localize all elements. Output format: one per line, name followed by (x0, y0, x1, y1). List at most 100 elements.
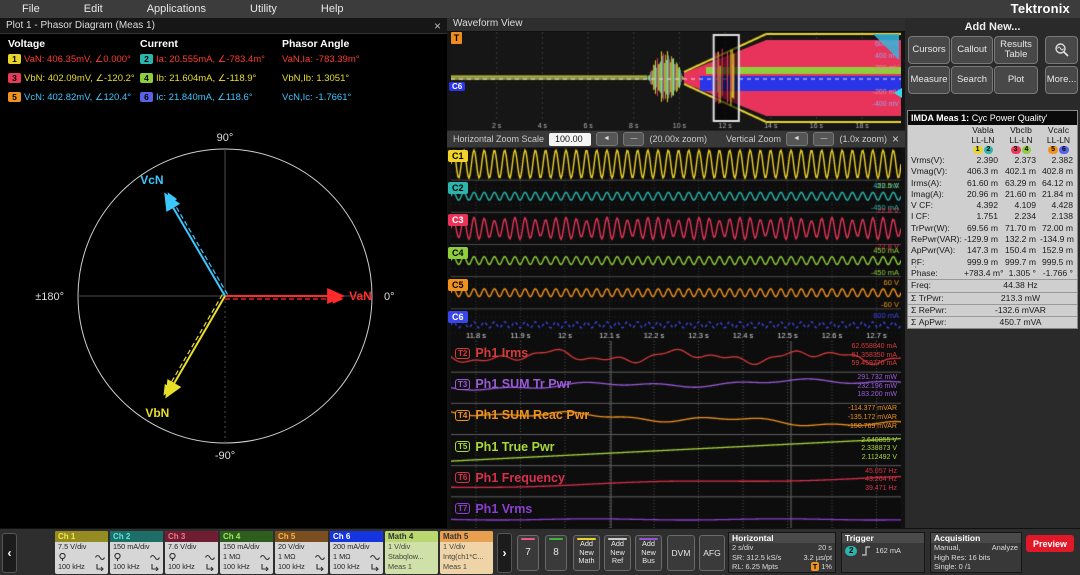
measurement-label-t2[interactable]: T2Ph1 Irms (455, 346, 528, 360)
channel-badge-body: 7.5 V/div100 kHz (55, 542, 108, 572)
drag-handle-icon[interactable]: ⋮⋮⋮⋮ (903, 261, 919, 269)
vertical-zoom-label: Vertical Zoom (726, 134, 781, 144)
measurement-badge-t4[interactable]: T4 (455, 410, 470, 421)
add-new-bus-button[interactable]: Add New Bus (635, 535, 662, 571)
channel-7-button[interactable]: 7 (517, 535, 539, 571)
measurement-label-t4[interactable]: T4Ph1 SUM Reac Pwr (455, 408, 589, 422)
math-settings-math5[interactable]: Math 51 V/divIntg(ch1*C...Meas 1 (440, 531, 493, 574)
channel-settings-ch1[interactable]: Ch 17.5 V/div100 kHz (55, 531, 108, 574)
menu-item-utility[interactable]: Utility (228, 3, 299, 15)
results-cell: 21.60 m (1002, 189, 1040, 200)
add-new-ref-button[interactable]: Add New Ref (604, 535, 631, 571)
measurement-badge-t2[interactable]: T2 (455, 348, 470, 359)
results-row-label: Vrms(V): (908, 155, 964, 166)
horizontal-settings[interactable]: Horizontal2 s/div20 sSR: 312.5 kS/s3.2 µ… (728, 532, 836, 573)
plot-button[interactable]: Plot (994, 66, 1038, 94)
channel-settings-ch6[interactable]: Ch 6200 mA/div1 MΩ100 kHz (330, 531, 383, 574)
measurement-label-t3[interactable]: T3Ph1 SUM Tr Pwr (455, 377, 571, 391)
channel-handle-c6[interactable]: C6 (448, 311, 468, 323)
menu-item-file[interactable]: File (0, 3, 62, 15)
zoom-overview-icon[interactable] (873, 34, 899, 60)
scroll-left-button[interactable]: ‹ (2, 533, 17, 573)
horizontal-zoom-scale-input[interactable]: 100.00 ms/div (549, 133, 591, 146)
more-button[interactable]: More... (1045, 66, 1078, 94)
scroll-right-button[interactable]: › (497, 533, 512, 573)
channels-waveform-canvas[interactable] (451, 148, 901, 341)
menu-item-applications[interactable]: Applications (125, 3, 228, 15)
channel-handle-c2[interactable]: C2 (448, 182, 468, 194)
channel-settings-ch5[interactable]: Ch 520 V/div1 MΩ100 kHz (275, 531, 328, 574)
callout-button[interactable]: Callout (951, 36, 993, 64)
channel-badge-4: 4 (1022, 146, 1032, 154)
afg-button[interactable]: AFG (699, 535, 725, 571)
measurement-badge-t5[interactable]: T5 (455, 441, 470, 452)
results-cell: 999.7 m (1002, 257, 1040, 268)
channel-settings-ch4[interactable]: Ch 4150 mA/div1 MΩ100 kHz (220, 531, 273, 574)
overview-waveform-canvas[interactable] (451, 32, 901, 130)
measurement-label-t6[interactable]: T6Ph1 Frequency (455, 471, 565, 485)
menu-item-help[interactable]: Help (299, 3, 366, 15)
imda-results-table[interactable]: IMDA Meas 1: Cyc Power Quality' VabIaLL-… (907, 110, 1078, 329)
close-icon[interactable]: × (434, 21, 441, 31)
phasor-title-bar[interactable]: Plot 1 - Phasor Diagram (Meas 1) × (0, 18, 447, 34)
results-cell: 2.234 (1002, 211, 1040, 222)
summary-value: -132.6 mVAR (964, 305, 1077, 316)
zoom-scale-bar: Horizontal Zoom Scale 100.00 ms/div ◄ ► … (447, 130, 905, 148)
preview-button[interactable]: Preview (1026, 535, 1074, 552)
channel-scale: 7.5 V/div (58, 542, 105, 552)
measurement-value: 59.459770 mA (817, 360, 897, 369)
channel-handle-c4[interactable]: C4 (448, 247, 468, 259)
zoomed-waveforms[interactable]: C1 C2 C3 C4 C5 C6 (447, 148, 905, 341)
v-zoom-minus-button[interactable]: — (813, 132, 834, 146)
acquisition-overview[interactable]: T C6 (447, 32, 905, 130)
waveform-zoom-icon-button[interactable] (1045, 36, 1078, 64)
v-zoom-arrows-button[interactable]: ◄ ► (786, 132, 808, 146)
measure-button[interactable]: Measure (908, 66, 950, 94)
channel-settings-ch2[interactable]: Ch 2150 mA/div100 kHz (110, 531, 163, 574)
channel-badge-header: Ch 5 (275, 531, 328, 542)
channel-handle-c3[interactable]: C3 (448, 214, 468, 226)
h-zoom-arrows-button[interactable]: ◄ ► (596, 132, 618, 146)
channel-settings-ch3[interactable]: Ch 37.6 V/div100 kHz (165, 531, 218, 574)
measurement-trend-canvas[interactable] (451, 341, 901, 528)
acquisition-settings[interactable]: AcquisitionManual,AnalyzeHigh Res: 16 bi… (930, 532, 1022, 573)
trigger-source-row: 2162 mA (842, 546, 924, 556)
trigger-level-arrow-icon[interactable] (894, 88, 902, 98)
phasor-col-current: Current (140, 38, 178, 50)
measurement-trend-plots[interactable]: T2Ph1 Irms62.658840 mA61.358350 mA59.459… (447, 341, 905, 528)
trigger-position-icon[interactable]: T (451, 32, 462, 44)
results-row-label: RePwr(VAR): (908, 234, 964, 245)
channel-handle-c1[interactable]: C1 (448, 150, 468, 162)
measurement-value: 61.358350 mA (817, 352, 897, 361)
results-cell: 402.1 m (1002, 166, 1040, 177)
zoom-close-icon[interactable]: × (892, 132, 899, 146)
channel-8-button[interactable]: 8 (545, 535, 567, 571)
channel-bandwidth: 100 kHz (223, 562, 270, 572)
measurement-label-t5[interactable]: T5Ph1 True Pwr (455, 440, 555, 454)
channel-badge-2: 2 (984, 146, 994, 154)
channel-handle-c5[interactable]: C5 (448, 279, 468, 291)
trigger-settings[interactable]: Trigger2162 mA (841, 532, 925, 573)
measurement-value: 291.732 mW (817, 374, 897, 383)
add-new-math-button[interactable]: Add New Math (573, 535, 600, 571)
measurement-badge-t6[interactable]: T6 (455, 472, 470, 483)
results-table-row: Imag(A):20.96 m21.60 m21.84 m (908, 189, 1077, 200)
phasor-angle-readout: VaN,Ia: -783.39m° (282, 54, 360, 65)
overview-channel-badge[interactable]: C6 (449, 82, 465, 91)
measurement-badge-t7[interactable]: T7 (455, 503, 470, 514)
phasor-column-headers: VoltageCurrentPhasor Angle (0, 38, 447, 52)
channel-badge-1: 1 (973, 146, 983, 154)
acquisition-res-row: High Res: 16 bits (931, 553, 1021, 563)
measurement-badge-t3[interactable]: T3 (455, 379, 470, 390)
math-settings-math4[interactable]: Math 41 V/divStabqlow...Meas 1 (385, 531, 438, 574)
h-zoom-minus-button[interactable]: — (623, 132, 644, 146)
results-summary-row: Freq:44.38 Hz (908, 279, 1077, 291)
cursors-button[interactable]: Cursors (908, 36, 950, 64)
measurement-label-t7[interactable]: T7Ph1 Vrms (455, 502, 532, 516)
add-new-label: Add New... (905, 18, 1080, 33)
dvm-button[interactable]: DVM (667, 535, 695, 571)
menu-item-edit[interactable]: Edit (62, 3, 125, 15)
results-table-button[interactable]: Results Table (994, 36, 1038, 64)
search-button[interactable]: Search (951, 66, 993, 94)
results-cell: 152.9 m (1040, 245, 1077, 256)
